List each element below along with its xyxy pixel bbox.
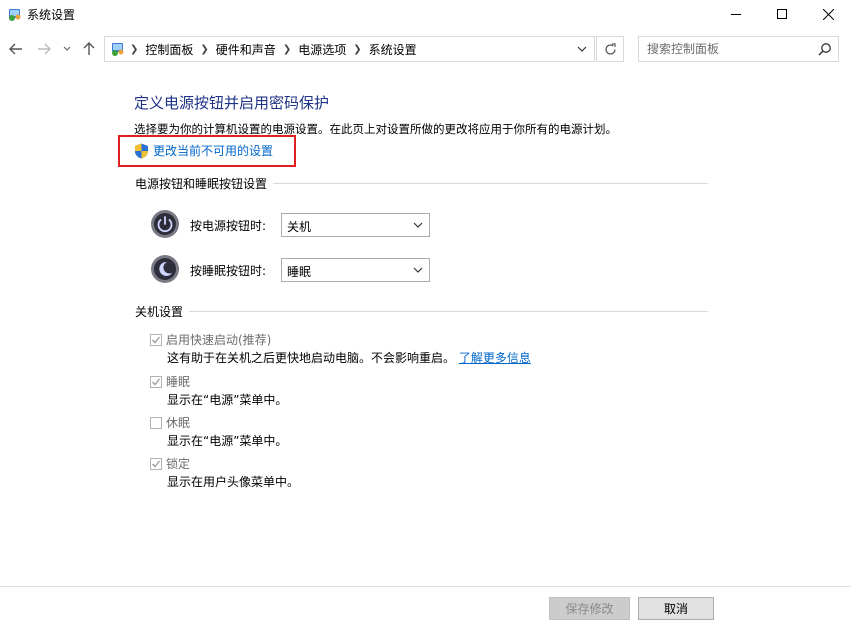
power-button-icon — [151, 210, 179, 238]
minimize-icon — [731, 14, 741, 15]
section-title: 电源按钮和睡眠按钮设置 — [135, 176, 268, 191]
section-shutdown: 关机设置 — [135, 304, 708, 319]
change-settings-link[interactable]: 更改当前不可用的设置 — [134, 142, 273, 159]
breadcrumb-hardware-sound[interactable]: 硬件和声音 — [216, 41, 276, 58]
minimize-button[interactable] — [713, 0, 759, 28]
fast-startup-option: 启用快速启动(推荐) — [150, 331, 271, 348]
forward-arrow-icon — [38, 43, 51, 55]
fast-startup-description: 这有助于在关机之后更快地启动电脑。不会影响重启。 了解更多信息 — [167, 349, 531, 366]
footer-divider — [0, 586, 851, 587]
breadcrumb-power-options[interactable]: 电源选项 — [298, 41, 346, 58]
search-icon[interactable] — [818, 42, 832, 56]
sleep-button-action-select[interactable]: 睡眠 — [281, 258, 430, 282]
learn-more-link[interactable]: 了解更多信息 — [459, 351, 531, 365]
checkmark-icon — [152, 378, 161, 385]
title-bar: 系统设置 — [0, 0, 851, 28]
window-title: 系统设置 — [27, 8, 76, 22]
refresh-icon — [604, 42, 616, 55]
chevron-down-icon — [577, 46, 587, 52]
checkmark-icon — [152, 336, 161, 343]
hibernate-label: 休眠 — [166, 416, 191, 430]
chevron-down-icon — [63, 46, 71, 51]
hibernate-option: 休眠 — [150, 414, 190, 431]
change-settings-link-label[interactable]: 更改当前不可用的设置 — [153, 142, 273, 159]
control-panel-icon — [112, 43, 124, 56]
page-title: 定义电源按钮并启用密码保护 — [134, 94, 330, 112]
sleep-label: 睡眠 — [166, 375, 191, 389]
section-power-buttons: 电源按钮和睡眠按钮设置 — [135, 176, 708, 191]
back-button[interactable] — [7, 40, 25, 58]
breadcrumb-separator: ❯ — [200, 43, 209, 55]
forward-button[interactable] — [35, 40, 53, 58]
hibernate-checkbox[interactable] — [150, 416, 162, 429]
lock-label: 锁定 — [166, 457, 191, 471]
breadcrumb-separator: ❯ — [282, 43, 292, 55]
sleep-description: 显示在“电源”菜单中。 — [167, 393, 288, 407]
chevron-down-icon — [413, 222, 423, 228]
breadcrumb-control-panel[interactable]: 控制面板 — [145, 41, 193, 58]
lock-option: 锁定 — [150, 455, 190, 472]
sleep-button-icon — [151, 255, 179, 283]
cancel-button[interactable]: 取消 — [638, 597, 714, 620]
close-icon — [822, 8, 834, 20]
fast-startup-checkbox[interactable] — [150, 333, 162, 346]
maximize-icon — [777, 9, 787, 19]
save-changes-button[interactable]: 保存修改 — [549, 597, 630, 620]
search-input[interactable] — [647, 41, 812, 57]
power-button-action-value: 关机 — [287, 220, 312, 234]
recent-locations-button[interactable] — [60, 40, 74, 58]
checkmark-icon — [152, 460, 161, 467]
section-title: 关机设置 — [135, 304, 184, 319]
control-panel-icon — [9, 9, 21, 21]
section-divider — [189, 310, 708, 312]
search-box[interactable] — [638, 36, 839, 62]
hibernate-description: 显示在“电源”菜单中。 — [167, 434, 288, 448]
power-button-row: 按电源按钮时: — [150, 209, 266, 239]
address-bar[interactable]: ❯ 控制面板 ❯ 硬件和声音 ❯ 电源选项 ❯ 系统设置 — [104, 36, 595, 62]
sleep-button-label: 按睡眠按钮时: — [190, 264, 267, 278]
close-button[interactable] — [805, 0, 851, 28]
back-arrow-icon — [9, 43, 22, 55]
uac-shield-icon — [135, 143, 148, 158]
fast-startup-desc-text: 这有助于在关机之后更快地启动电脑。不会影响重启。 — [167, 351, 456, 365]
lock-checkbox[interactable] — [150, 457, 162, 470]
breadcrumb-system-settings[interactable]: 系统设置 — [369, 41, 417, 58]
address-dropdown-button[interactable] — [574, 41, 590, 57]
chevron-down-icon — [413, 267, 423, 273]
sleep-button-row: 按睡眠按钮时: — [150, 254, 266, 284]
lock-description: 显示在用户头像菜单中。 — [167, 475, 300, 489]
up-button[interactable] — [80, 40, 98, 58]
breadcrumb: ❯ 控制面板 ❯ 硬件和声音 ❯ 电源选项 ❯ 系统设置 — [107, 37, 421, 61]
sleep-option: 睡眠 — [150, 373, 190, 390]
maximize-button[interactable] — [759, 0, 805, 28]
fast-startup-label: 启用快速启动(推荐) — [166, 333, 272, 347]
power-button-label: 按电源按钮时: — [190, 219, 267, 233]
refresh-button[interactable] — [596, 36, 624, 62]
section-divider — [273, 182, 708, 184]
breadcrumb-separator: ❯ — [130, 43, 139, 55]
up-arrow-icon — [83, 42, 95, 55]
power-button-action-select[interactable]: 关机 — [281, 213, 430, 237]
sleep-button-action-value: 睡眠 — [287, 265, 312, 279]
breadcrumb-separator: ❯ — [353, 43, 362, 55]
sleep-checkbox[interactable] — [150, 375, 162, 388]
